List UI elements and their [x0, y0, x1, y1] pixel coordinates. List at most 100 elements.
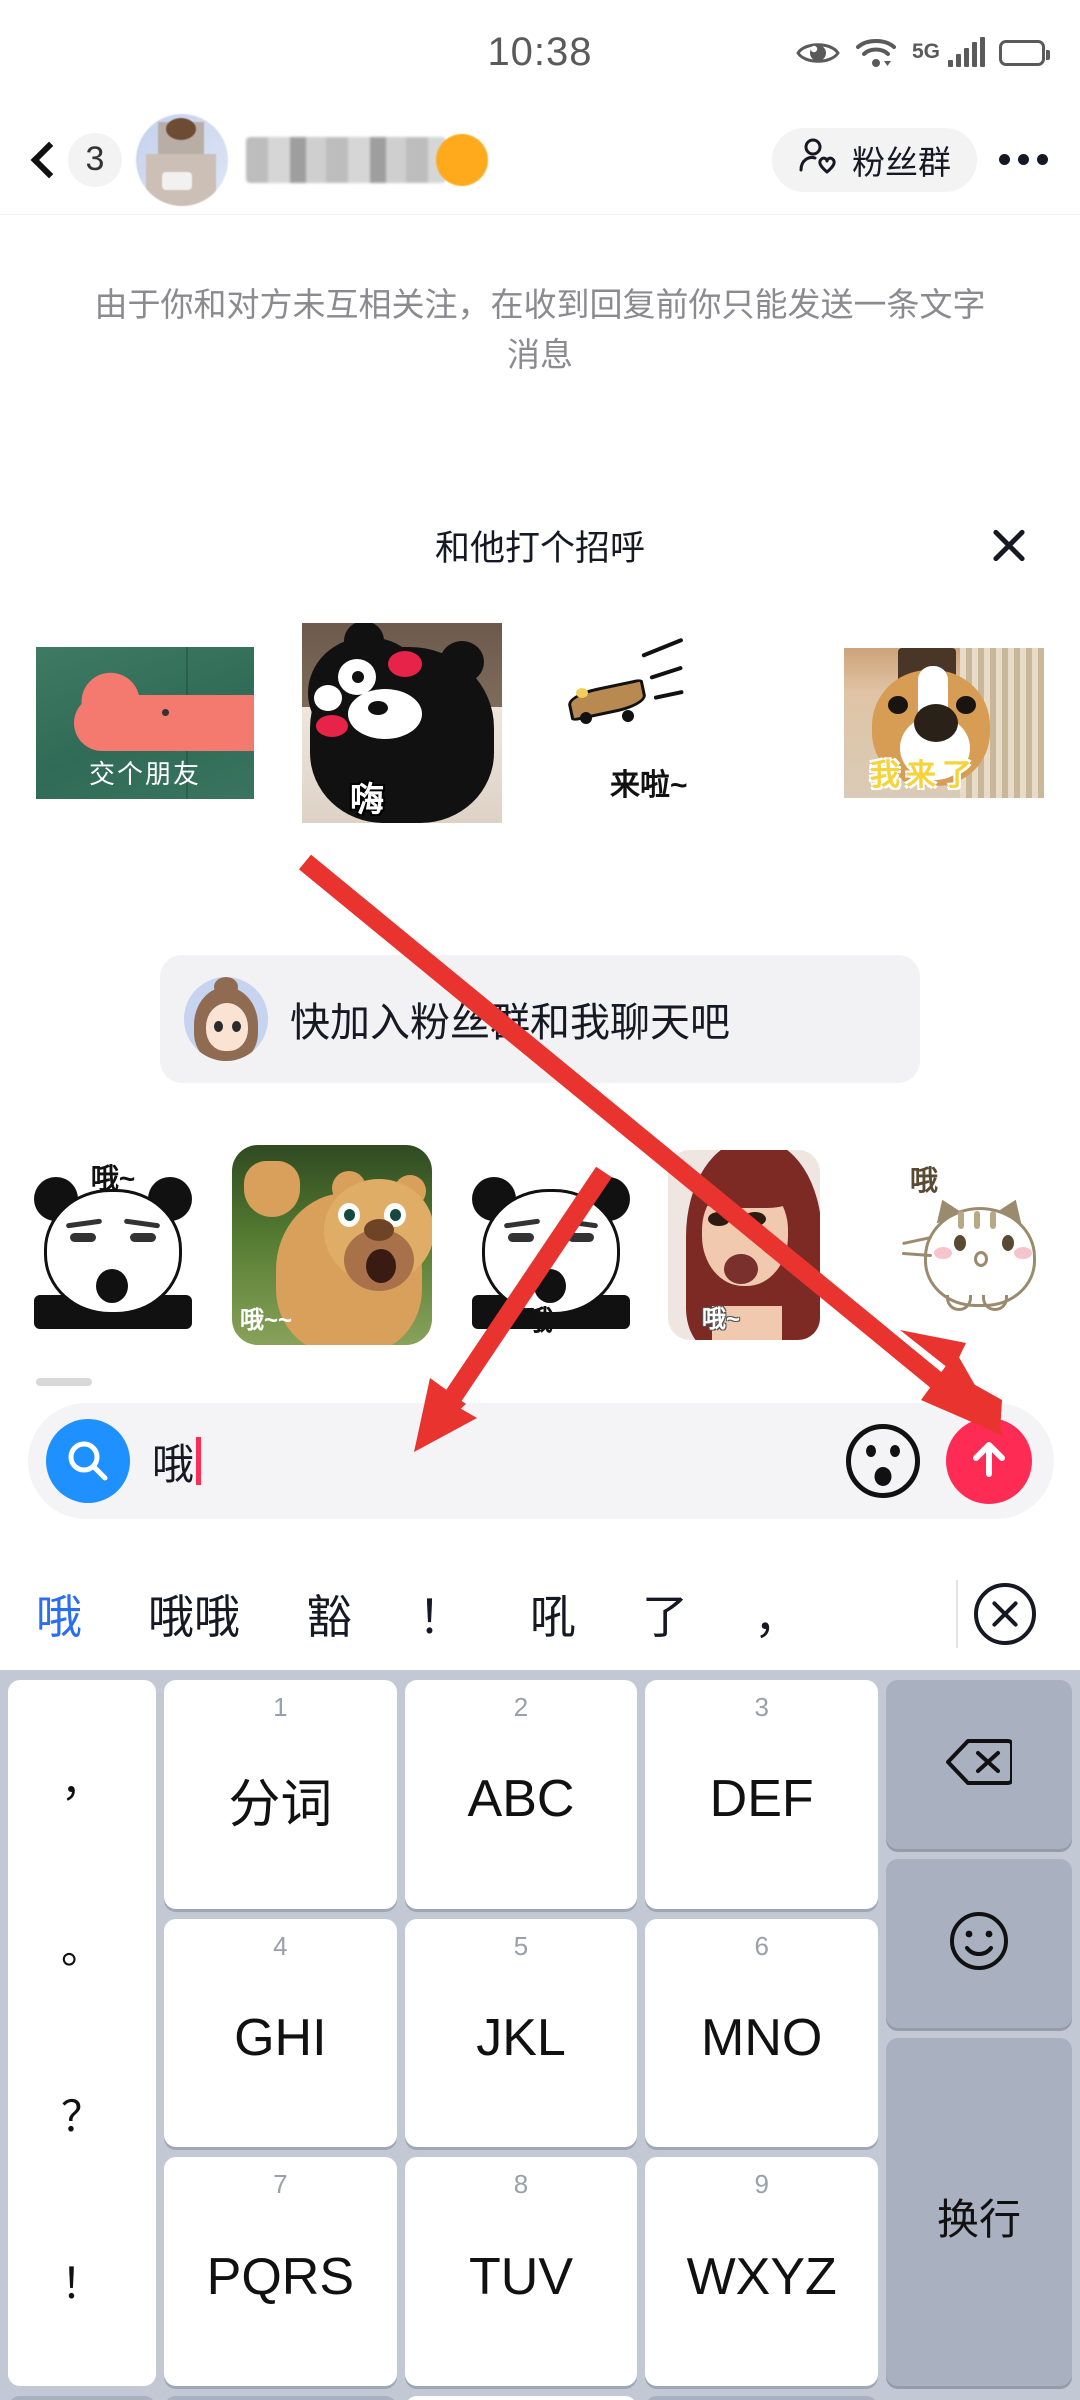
avatar[interactable] — [136, 113, 228, 206]
sticker-corgi-dog[interactable]: 我来了 — [844, 648, 1044, 798]
keyboard-right-column: 换行 — [886, 1680, 1072, 2386]
decor-wheel-2 — [622, 710, 634, 722]
decor-pupil-right — [390, 1209, 401, 1221]
key-number: 1 — [273, 1692, 288, 1722]
unread-count-badge: 3 — [68, 132, 122, 187]
keyboard: 哦 哦哦 豁 ！ 吼 了 ， ， 。 ？ ！ 1 分词 2 ABC 3 DEF … — [0, 1558, 1080, 2400]
status-bar: 10:38 5G — [0, 0, 1080, 105]
greeting-title: 和他打个招呼 — [434, 528, 645, 568]
key-number: 3 — [754, 1692, 769, 1722]
message-input-bar: 哦 — [28, 1403, 1054, 1519]
message-bubble[interactable]: 快加入粉丝群和我聊天吧 — [160, 955, 920, 1083]
decor-stripe-3 — [990, 1211, 996, 1229]
sticker-panda-oh-2[interactable]: 哦 ~ — [466, 1161, 636, 1336]
language-key[interactable]: 中 /英 — [164, 2396, 397, 2400]
decor-eye-left — [214, 1021, 223, 1032]
sticker-cute-cat[interactable]: 哦 — [898, 1155, 1048, 1335]
decor-eye-left — [508, 1233, 534, 1242]
key-8[interactable]: 8 TUV — [404, 2157, 638, 2387]
decor-mouth — [534, 1269, 566, 1303]
punct-key-question[interactable]: ？ — [61, 2095, 103, 2138]
emoji-key[interactable] — [886, 1858, 1072, 2028]
message-input-value: 哦 — [152, 1440, 195, 1488]
decor-speedline-3 — [653, 689, 684, 700]
sticker-cartoon-bear[interactable]: 哦~~ — [232, 1145, 432, 1345]
key-3[interactable]: 3 DEF — [645, 1680, 879, 1909]
decor-stripe-1 — [958, 1211, 964, 1229]
decor-stripe-2 — [974, 1211, 980, 1229]
candidate-4[interactable]: 吼 — [530, 1581, 576, 1647]
candidate-0[interactable]: 哦 — [36, 1581, 82, 1647]
bottom-right-spacer — [886, 2396, 1072, 2400]
candidate-6[interactable]: ， — [754, 1581, 800, 1647]
search-icon[interactable] — [46, 1419, 130, 1503]
key-label: PQRS — [206, 2247, 355, 2306]
key-2[interactable]: 2 ABC — [404, 1680, 638, 1909]
battery-icon — [999, 39, 1050, 66]
candidate-3[interactable]: ！ — [418, 1581, 464, 1647]
decor-mouth — [96, 1269, 128, 1303]
decor-mouth — [874, 1467, 892, 1486]
key-6[interactable]: 6 MNO — [645, 1918, 879, 2148]
send-button[interactable] — [946, 1418, 1032, 1504]
punct-key-period[interactable]: 。 — [61, 1928, 103, 1970]
newline-key[interactable]: 换行 — [886, 2037, 1072, 2386]
sticker-green-hand[interactable]: 交个朋友 — [36, 647, 254, 799]
decor-eye-2 — [314, 685, 342, 711]
punctuation-column: ， 。 ？ ！ — [8, 1680, 156, 2386]
sticker-skateboard[interactable]: 来啦~ — [558, 637, 758, 808]
backspace-key[interactable] — [886, 1680, 1072, 1849]
key-1[interactable]: 1 分词 — [164, 1680, 397, 1909]
candidate-2[interactable]: 豁 — [306, 1581, 352, 1647]
fans-group-button[interactable]: 粉丝群 — [772, 127, 977, 192]
keyboard-main-keys: 1 分词 2 ABC 3 DEF 4 GHI 5 JKL 6 MNO 7 PQR… — [164, 1680, 879, 2387]
key-number: 6 — [754, 1930, 769, 1961]
network-type-label: 5G — [911, 39, 940, 63]
space-key[interactable]: 0 — [404, 2396, 638, 2400]
decor-eye-right — [956, 696, 976, 714]
symbols-key[interactable]: 符号 — [8, 2396, 156, 2400]
emoji-face-icon[interactable] — [846, 1424, 920, 1498]
decor-eye-left — [70, 1233, 96, 1242]
decor-pupil-left — [344, 1209, 355, 1221]
key-label: GHI — [234, 2009, 327, 2067]
punct-key-exclaim[interactable]: ！ — [61, 2263, 103, 2305]
key-label: WXYZ — [686, 2247, 837, 2306]
sticker-kumamon-bear[interactable]: 嗨 — [302, 623, 502, 823]
status-icons: 5G — [796, 36, 1050, 70]
key-4[interactable]: 4 GHI — [164, 1918, 397, 2148]
candidate-1[interactable]: 哦哦 — [148, 1581, 240, 1647]
sticker-caption: 来啦~ — [610, 769, 688, 802]
chat-screen: 10:38 5G 3 粉丝群 由于你和对方未互相关注，在收到回复前你只能发送一条… — [0, 0, 1080, 2400]
close-icon[interactable] — [986, 522, 1032, 568]
decor-eye-left — [954, 1235, 966, 1251]
decor-nose — [364, 1219, 394, 1241]
decor-paw — [244, 1161, 300, 1217]
numbers-key[interactable]: 123 — [645, 2396, 879, 2400]
sticker-panda-oh-1[interactable]: 哦~ — [28, 1161, 198, 1329]
punct-key-comma[interactable]: ， — [61, 1760, 103, 1803]
key-7[interactable]: 7 PQRS — [164, 2157, 397, 2387]
more-dots-icon[interactable] — [999, 154, 1048, 165]
back-button[interactable]: 3 — [28, 132, 122, 187]
candidate-5[interactable]: 了 — [642, 1581, 688, 1647]
sticker-caption: 哦~~ — [240, 1307, 293, 1334]
keyboard-bottom-row: 符号 中 /英 0 — [8, 2396, 1072, 2400]
close-circle-icon[interactable] — [974, 1583, 1036, 1645]
message-text: 快加入粉丝群和我聊天吧 — [290, 1001, 730, 1045]
key-9[interactable]: 9 WXYZ — [645, 2157, 879, 2387]
sticker-girl-redhair[interactable]: 哦~ — [668, 1150, 820, 1340]
greeting-header: 和他打个招呼 — [0, 510, 1080, 580]
decor-eye-left — [708, 1212, 730, 1226]
decor-face — [206, 1003, 248, 1051]
decor-highlight — [576, 688, 588, 698]
eye-care-icon — [796, 38, 840, 68]
decor-nose — [914, 704, 958, 742]
decor-paw-left — [946, 1295, 972, 1311]
key-number: 4 — [273, 1930, 288, 1961]
sticker-scroll-indicator[interactable] — [36, 1378, 92, 1386]
key-number: 9 — [754, 2169, 769, 2200]
key-5[interactable]: 5 JKL — [404, 1918, 638, 2148]
message-input[interactable]: 哦 — [152, 1431, 202, 1492]
decor-eye-right — [568, 1233, 594, 1242]
